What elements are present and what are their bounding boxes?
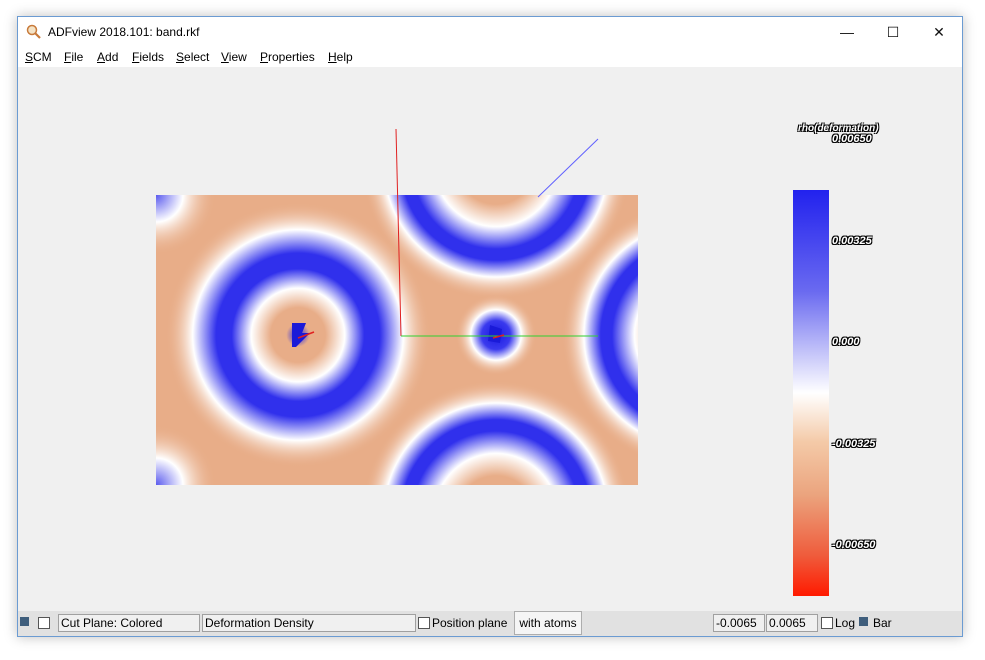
- with-atoms-button[interactable]: with atoms: [514, 611, 582, 635]
- field-color-square[interactable]: [20, 617, 29, 626]
- adfview-app-icon: [26, 24, 41, 39]
- close-button[interactable]: ✕: [916, 17, 962, 47]
- menu-bar: SCM File Add Fields Select View Properti…: [18, 47, 962, 67]
- bond-marker: [297, 331, 315, 339]
- menu-properties[interactable]: Properties: [260, 50, 315, 64]
- app-window: ADFview 2018.101: band.rkf — ☐ ✕ SCM Fil…: [17, 16, 963, 637]
- menu-add[interactable]: Add: [97, 50, 118, 64]
- field-visible-checkbox[interactable]: [38, 617, 50, 629]
- log-label: Log: [835, 616, 856, 630]
- menu-file[interactable]: File: [64, 50, 83, 64]
- z-axis-line: [395, 128, 402, 337]
- bar-visible-checkbox[interactable]: [859, 617, 868, 626]
- range-max-input[interactable]: 0.0065: [766, 614, 818, 632]
- title-bar: ADFview 2018.101: band.rkf — ☐ ✕: [18, 17, 962, 47]
- 3d-viewport[interactable]: rho(deformation) 0.00650 0.00325 0.000 -…: [18, 67, 962, 611]
- bar-label: Bar: [873, 616, 892, 630]
- log-scale-checkbox[interactable]: [821, 617, 833, 629]
- position-plane-checkbox[interactable]: [418, 617, 430, 629]
- menu-view[interactable]: View: [221, 50, 247, 64]
- menu-scm[interactable]: SCM: [25, 50, 52, 64]
- colorbar-tick-min: -0.00650: [832, 539, 876, 551]
- range-min-input[interactable]: -0.0065: [713, 614, 765, 632]
- status-bar: Cut Plane: Colored Deformation Density P…: [18, 611, 962, 636]
- menu-fields[interactable]: Fields: [132, 50, 164, 64]
- field-kind-display[interactable]: Cut Plane: Colored: [58, 614, 200, 632]
- colorbar-tick-max: 0.00650: [832, 133, 872, 145]
- field-name-display[interactable]: Deformation Density: [202, 614, 416, 632]
- colorbar-tick-lower: -0.00325: [832, 438, 876, 450]
- position-plane-label: Position plane: [432, 616, 508, 630]
- window-title: ADFview 2018.101: band.rkf: [48, 25, 200, 39]
- colorbar-tick-zero: 0.000: [832, 336, 860, 348]
- minimize-button[interactable]: —: [824, 17, 870, 47]
- color-scale-bar: [793, 190, 829, 596]
- colorbar-tick-upper: 0.00325: [832, 235, 872, 247]
- menu-help[interactable]: Help: [328, 50, 353, 64]
- menu-select[interactable]: Select: [176, 50, 209, 64]
- x-axis-line: [537, 138, 599, 198]
- maximize-button[interactable]: ☐: [870, 17, 916, 47]
